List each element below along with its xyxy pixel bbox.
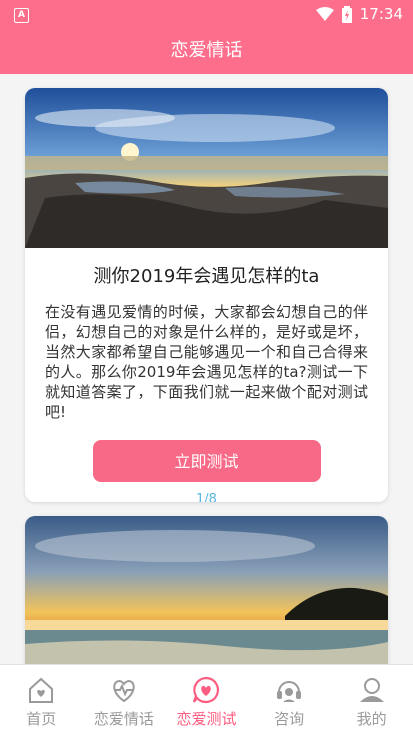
battery-icon [341,5,352,23]
person-icon [359,678,384,702]
heart-chat-icon [193,676,220,704]
wifi-icon [315,7,334,21]
status-bar: A 17:34 [0,0,413,30]
quiz-description: 在没有遇见爱情的时候，大家都会幻想自己的伴侣，幻想自己的对象是什么样的，是好或是… [45,303,368,421]
tab-love-quotes[interactable]: 恋爱情话 [83,665,166,736]
tab-home-label: 首页 [26,710,57,728]
tab-home[interactable]: 首页 [0,665,83,736]
tab-me[interactable]: 我的 [330,665,413,736]
tab-love-quotes-label: 恋爱情话 [93,710,154,728]
start-test-button[interactable]: 立即测试 [92,440,321,482]
app-bar: 恋爱情话 [0,30,413,74]
ocean-sunset-photo [25,516,388,676]
quiz-title: 测你2019年会遇见怎样的ta [93,266,320,287]
tab-love-test-label: 恋爱测试 [176,710,237,728]
clock: 17:34 [359,5,403,23]
quiz-card[interactable]: 测你2019年会遇见怎样的ta 在没有遇见爱情的时候，大家都会幻想自己的伴侣，幻… [25,88,388,502]
tab-consult-label: 咨询 [274,710,305,728]
page-title: 恋爱情话 [170,40,243,61]
app-notification-icon: A [14,8,29,23]
tab-consult[interactable]: 咨询 [248,665,331,736]
tab-me-label: 我的 [356,710,387,728]
tab-bar: 首页 恋爱情话 恋爱测试 咨询 我的 [0,664,413,736]
tab-love-test[interactable]: 恋爱测试 [165,665,248,736]
heartbeat-icon [113,679,135,703]
coastal-sunset-photo [25,88,388,248]
headset-icon [277,681,302,702]
quiz-card-next[interactable] [25,516,388,676]
page-indicator: 1/8 [196,492,217,502]
home-icon [29,677,54,703]
